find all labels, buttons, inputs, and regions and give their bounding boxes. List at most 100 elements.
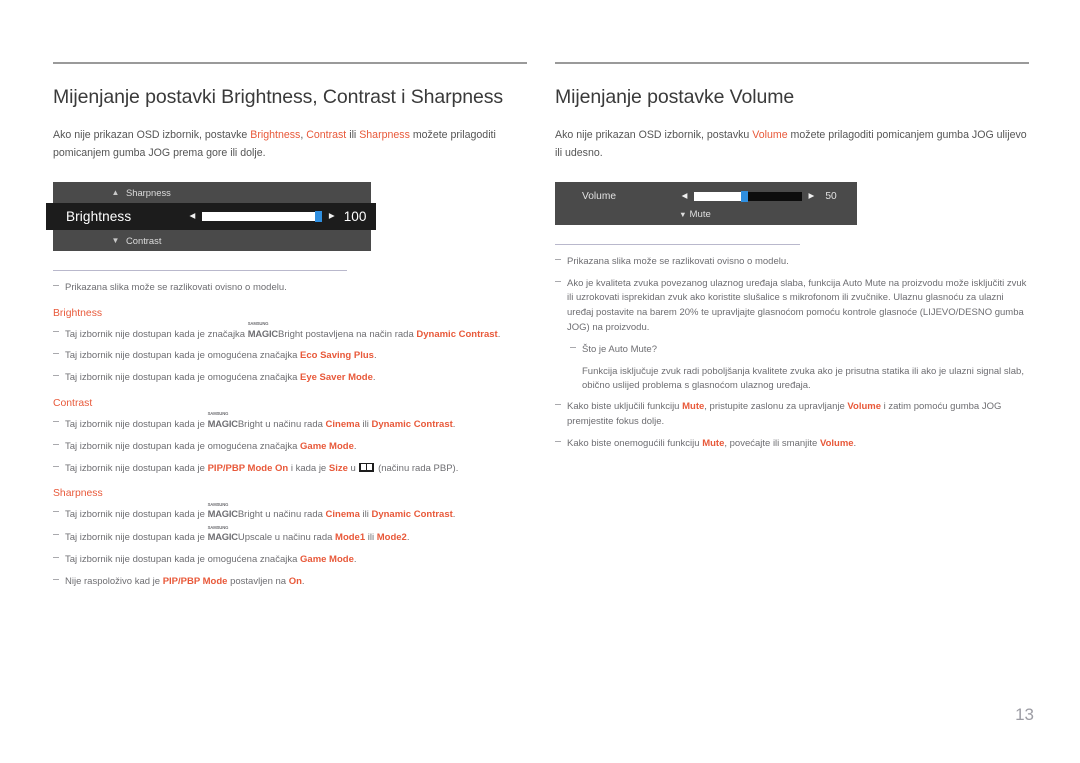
chevron-down-icon: ▼ xyxy=(111,235,120,245)
intro-text: Ako nije prikazan OSD izbornik, postavku xyxy=(555,129,753,142)
note-item: Taj izbornik nije dostupan kada je SAMSU… xyxy=(53,502,527,523)
term-volume: Volume xyxy=(752,129,788,142)
osd-item-brightness-selected[interactable]: Brightness ◀ ▶ 100 xyxy=(46,202,376,230)
note-item: Funkcija isključuje zvuk radi poboljšanj… xyxy=(555,365,1029,395)
magic-feature-suffix: Upscale xyxy=(237,532,273,544)
highlighted-term: Eye Saver Mode xyxy=(300,372,373,384)
note-text: Taj izbornik nije dostupan kada je znača… xyxy=(65,328,248,340)
note-text: Taj izbornik nije dostupan kada je omogu… xyxy=(65,440,301,452)
brightness-slider-fill xyxy=(202,211,322,221)
arrow-right-icon[interactable]: ▶ xyxy=(809,192,815,200)
note-text: ili xyxy=(365,532,377,544)
note-item: Prikazana slika može se razlikovati ovis… xyxy=(555,255,1029,270)
note-text: . xyxy=(353,554,357,566)
note-item: Nije raspoloživo kad je PIP/PBP Mode pos… xyxy=(53,575,527,590)
note-item: Taj izbornik nije dostupan kada je omogu… xyxy=(53,371,527,386)
chevron-down-icon: ▼ xyxy=(679,209,687,219)
highlighted-term: Cinema xyxy=(325,509,360,521)
page-title-right: Mijenjanje postavke Volume xyxy=(555,86,795,108)
note-text: Funkcija isključuje zvuk radi poboljšanj… xyxy=(582,365,1024,392)
brightness-slider-thumb[interactable] xyxy=(314,210,322,222)
magic-wordmark: MAGIC xyxy=(207,531,238,543)
note-text: u načinu rada xyxy=(262,509,326,521)
manual-page: Mijenjanje postavki Brightness, Contrast… xyxy=(0,0,1080,763)
osd-selected-label: Volume xyxy=(582,190,616,202)
term-sharpness: Sharpness xyxy=(359,129,410,142)
volume-slider-thumb[interactable] xyxy=(740,190,748,202)
highlighted-term: Game Mode xyxy=(300,440,354,452)
osd-item-volume-selected[interactable]: Volume ◀ ▶ 50 xyxy=(555,190,857,202)
note-text: Što je Auto Mute? xyxy=(582,343,657,355)
magic-feature-suffix: Bright xyxy=(277,328,303,340)
samsung-wordmark: SAMSUNG xyxy=(207,524,229,530)
note-text: , pristupite zaslonu za upravljanje xyxy=(704,401,848,413)
highlighted-term: Mode2 xyxy=(376,532,407,544)
samsung-magic-logo: SAMSUNG MAGIC xyxy=(247,321,278,343)
note-text: Taj izbornik nije dostupan kada je xyxy=(65,532,208,544)
osd-selected-label: Brightness xyxy=(66,208,132,224)
note-text: Nije raspoloživo kad je xyxy=(65,575,163,587)
arrow-left-icon[interactable]: ◀ xyxy=(682,192,688,200)
osd-item-mute[interactable]: ▼ Mute xyxy=(533,209,857,220)
note-text: Ako je kvaliteta zvuka povezanog ulaznog… xyxy=(567,277,1027,333)
note-item: Kako biste onemogućili funkciju Mute, po… xyxy=(555,437,1029,452)
highlighted-term: Game Mode xyxy=(300,554,354,566)
note-text: postavljen na xyxy=(227,575,289,587)
highlighted-term: On xyxy=(288,575,302,587)
note-text: Kako biste onemogućili funkciju xyxy=(567,437,703,449)
notes-list-right-top: Prikazana slika može se razlikovati ovis… xyxy=(555,255,1029,270)
page-title-left: Mijenjanje postavki Brightness, Contrast… xyxy=(53,86,504,108)
note-text: . xyxy=(353,440,357,452)
highlighted-term: Dynamic Contrast xyxy=(416,328,498,340)
note-item: Što je Auto Mute? xyxy=(570,343,1029,358)
note-text: postavljena na način rada xyxy=(302,328,417,340)
note-text: . xyxy=(452,509,456,521)
note-text: Taj izbornik nije dostupan kada je omogu… xyxy=(65,554,301,566)
term-contrast: Contrast xyxy=(306,129,347,142)
volume-slider-track[interactable] xyxy=(694,190,802,202)
left-note-sections: Brightness Taj izbornik nije dostupan kad… xyxy=(53,308,527,590)
notes-list-right: Ako je kvaliteta zvuka povezanog ulaznog… xyxy=(555,277,1029,452)
intro-text: ili xyxy=(346,129,360,142)
osd-volume-widget: Volume ◀ ▶ 50 ▼ Mute xyxy=(555,181,857,225)
note-item: Taj izbornik nije dostupan kada je SAMSU… xyxy=(53,411,527,433)
note-text: Prikazana slika može se razlikovati ovis… xyxy=(567,255,789,267)
note-text: Taj izbornik nije dostupan kada je xyxy=(65,418,208,430)
samsung-magic-logo: SAMSUNG MAGIC xyxy=(208,411,238,433)
note-text: Taj izbornik nije dostupan kada je xyxy=(65,509,208,521)
osd-item-contrast[interactable]: ▼ Contrast xyxy=(53,229,371,251)
brightness-value: 100 xyxy=(343,208,367,224)
note-divider-right xyxy=(555,243,800,245)
note-item: Taj izbornik nije dostupan kada je znača… xyxy=(53,321,527,343)
page-number: 13 xyxy=(1015,705,1034,724)
arrow-right-icon[interactable]: ▶ xyxy=(329,212,335,220)
osd-brightness-widget: ▲ Sharpness Brightness ◀ ▶ 100 ▼ Contras… xyxy=(46,181,376,251)
highlighted-term: Dynamic Contrast xyxy=(371,418,453,430)
note-item: Prikazana slika može se razlikovati ovis… xyxy=(53,281,527,296)
left-column: Mijenjanje postavki Brightness, Contrast… xyxy=(46,62,527,597)
note-section-heading: Sharpness xyxy=(53,488,103,500)
note-text: Taj izbornik nije dostupan kada je omogu… xyxy=(65,372,301,384)
arrow-left-icon[interactable]: ◀ xyxy=(189,212,195,220)
notes-list: Taj izbornik nije dostupan kada je znača… xyxy=(53,321,527,386)
osd-item-sharpness[interactable]: ▲ Sharpness xyxy=(53,181,371,203)
note-section-heading: Contrast xyxy=(53,397,93,409)
osd-item-label: Contrast xyxy=(126,234,162,246)
highlighted-term: PIP/PBP Mode On xyxy=(207,462,289,474)
highlighted-term: Mode1 xyxy=(335,532,366,544)
highlighted-term: Size xyxy=(328,462,348,474)
magic-feature-suffix: Bright xyxy=(237,418,263,430)
note-item: Taj izbornik nije dostupan kada je omogu… xyxy=(53,349,527,364)
brightness-slider-track[interactable] xyxy=(202,210,322,222)
samsung-magic-logo: SAMSUNG MAGIC xyxy=(207,502,238,523)
magic-wordmark: MAGIC xyxy=(207,508,238,520)
volume-slider-fill xyxy=(694,191,748,201)
note-section-heading: Brightness xyxy=(53,307,103,319)
note-text: Taj izbornik nije dostupan kada je xyxy=(65,462,208,474)
note-text: . xyxy=(372,372,376,384)
note-text: Prikazana slika može se razlikovati ovis… xyxy=(65,281,287,293)
note-text: u načinu rada xyxy=(262,418,326,430)
note-item: Ako je kvaliteta zvuka povezanog ulaznog… xyxy=(555,277,1029,336)
magic-wordmark: MAGIC xyxy=(247,327,278,339)
note-text: Kako biste uključili funkciju xyxy=(567,401,683,413)
